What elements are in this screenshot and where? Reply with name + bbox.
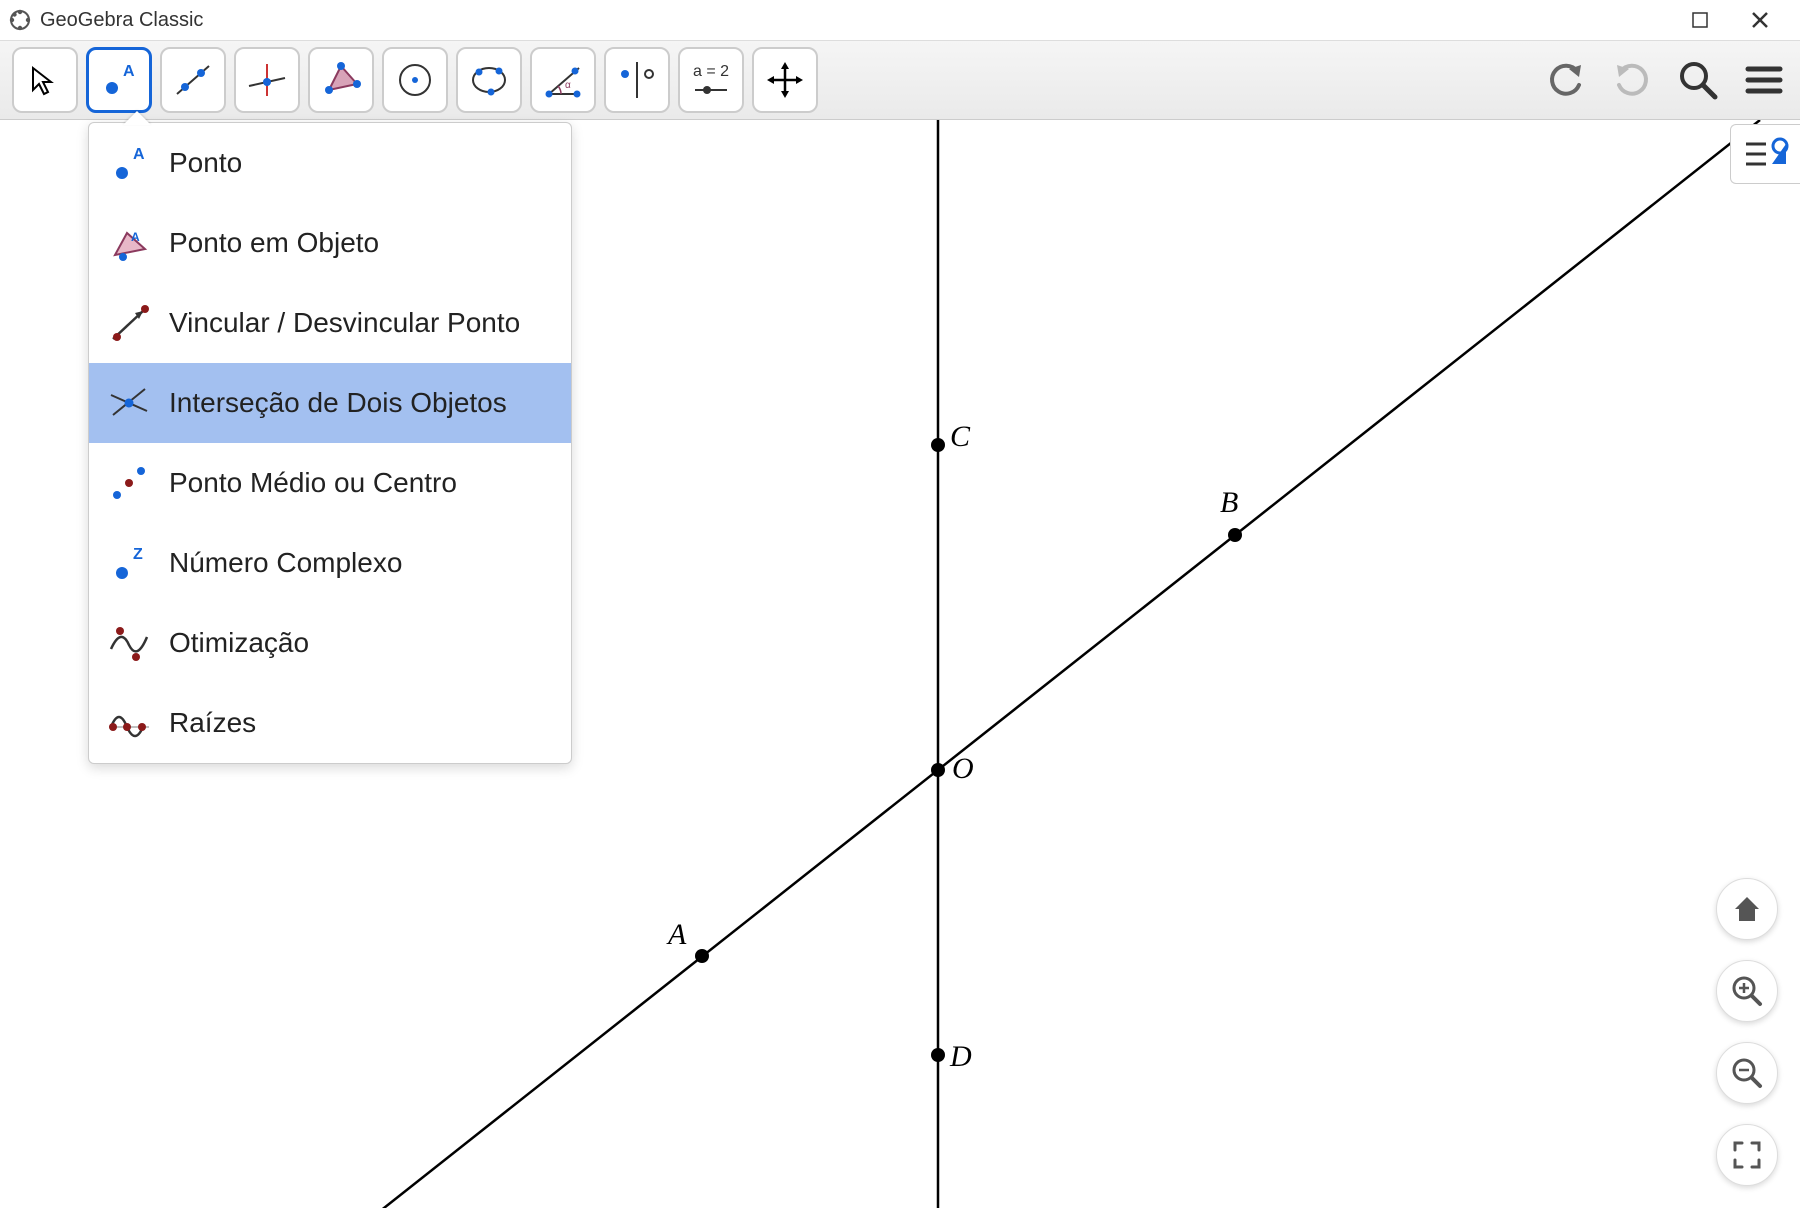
point-b[interactable]	[1228, 528, 1242, 542]
label-a: A	[668, 918, 686, 952]
menu-item-label: Vincular / Desvincular Ponto	[169, 307, 520, 339]
point-on-object-icon: A	[105, 219, 153, 267]
angle-tool[interactable]: α	[530, 47, 596, 113]
line-tool[interactable]	[160, 47, 226, 113]
ellipse-tool[interactable]	[456, 47, 522, 113]
menu-item-label: Número Complexo	[169, 547, 402, 579]
app-icon	[8, 8, 32, 32]
midpoint-icon	[105, 459, 153, 507]
titlebar-left: GeoGebra Classic	[8, 8, 203, 32]
point-c[interactable]	[931, 438, 945, 452]
view-controls	[1716, 878, 1778, 1186]
menu-item-complex-number[interactable]: Z Número Complexo	[89, 523, 571, 603]
point-d[interactable]	[931, 1048, 945, 1062]
point-o[interactable]	[931, 763, 945, 777]
point-a[interactable]	[695, 949, 709, 963]
menu-item-point[interactable]: A Ponto	[89, 123, 571, 203]
close-button[interactable]	[1740, 5, 1780, 35]
titlebar: GeoGebra Classic	[0, 0, 1800, 40]
svg-text:A: A	[133, 146, 145, 163]
move-view-tool[interactable]	[752, 47, 818, 113]
style-bar-toggle[interactable]	[1730, 124, 1800, 184]
menu-item-intersection[interactable]: Interseção de Dois Objetos	[89, 363, 571, 443]
label-c: C	[950, 420, 970, 454]
app-title: GeoGebra Classic	[40, 9, 203, 32]
menu-item-label: Raízes	[169, 707, 256, 739]
toolbar-tools: A α a = 2	[12, 47, 818, 113]
menu-item-point-on-object[interactable]: A Ponto em Objeto	[89, 203, 571, 283]
fullscreen-button[interactable]	[1716, 1124, 1778, 1186]
undo-button[interactable]	[1542, 56, 1590, 104]
menu-item-label: Ponto	[169, 147, 242, 179]
menu-item-label: Ponto em Objeto	[169, 227, 379, 259]
circle-tool[interactable]	[382, 47, 448, 113]
window-controls	[1680, 5, 1792, 35]
svg-text:Z: Z	[133, 546, 143, 563]
point-icon: A	[105, 139, 153, 187]
menu-item-optimization[interactable]: Otimização	[89, 603, 571, 683]
label-d: D	[950, 1040, 972, 1074]
svg-text:A: A	[131, 230, 140, 244]
menu-item-attach-detach[interactable]: Vincular / Desvincular Ponto	[89, 283, 571, 363]
toolbar-right	[1542, 56, 1788, 104]
label-b: B	[1220, 486, 1238, 520]
redo-button[interactable]	[1608, 56, 1656, 104]
polygon-tool[interactable]	[308, 47, 374, 113]
search-button[interactable]	[1674, 56, 1722, 104]
zoom-in-button[interactable]	[1716, 960, 1778, 1022]
menu-item-label: Otimização	[169, 627, 309, 659]
menu-item-midpoint[interactable]: Ponto Médio ou Centro	[89, 443, 571, 523]
reflect-tool[interactable]	[604, 47, 670, 113]
menu-button[interactable]	[1740, 56, 1788, 104]
svg-text:A: A	[123, 63, 135, 80]
home-view-button[interactable]	[1716, 878, 1778, 940]
intersection-icon	[105, 379, 153, 427]
attach-detach-icon	[105, 299, 153, 347]
point-tool[interactable]: A	[86, 47, 152, 113]
menu-item-label: Ponto Médio ou Centro	[169, 467, 457, 499]
move-tool[interactable]	[12, 47, 78, 113]
label-o: O	[952, 752, 974, 786]
perpendicular-tool[interactable]	[234, 47, 300, 113]
slider-tool[interactable]: a = 2	[678, 47, 744, 113]
zoom-out-button[interactable]	[1716, 1042, 1778, 1104]
point-tool-dropdown: A Ponto A Ponto em Objeto Vincular / Des…	[88, 122, 572, 764]
maximize-button[interactable]	[1680, 5, 1720, 35]
svg-text:α: α	[565, 80, 571, 91]
menu-item-roots[interactable]: Raízes	[89, 683, 571, 763]
complex-number-icon: Z	[105, 539, 153, 587]
roots-icon	[105, 699, 153, 747]
slider-tool-label: a = 2	[693, 63, 729, 81]
optimization-icon	[105, 619, 153, 667]
toolbar: A α a = 2	[0, 40, 1800, 120]
menu-item-label: Interseção de Dois Objetos	[169, 387, 507, 419]
